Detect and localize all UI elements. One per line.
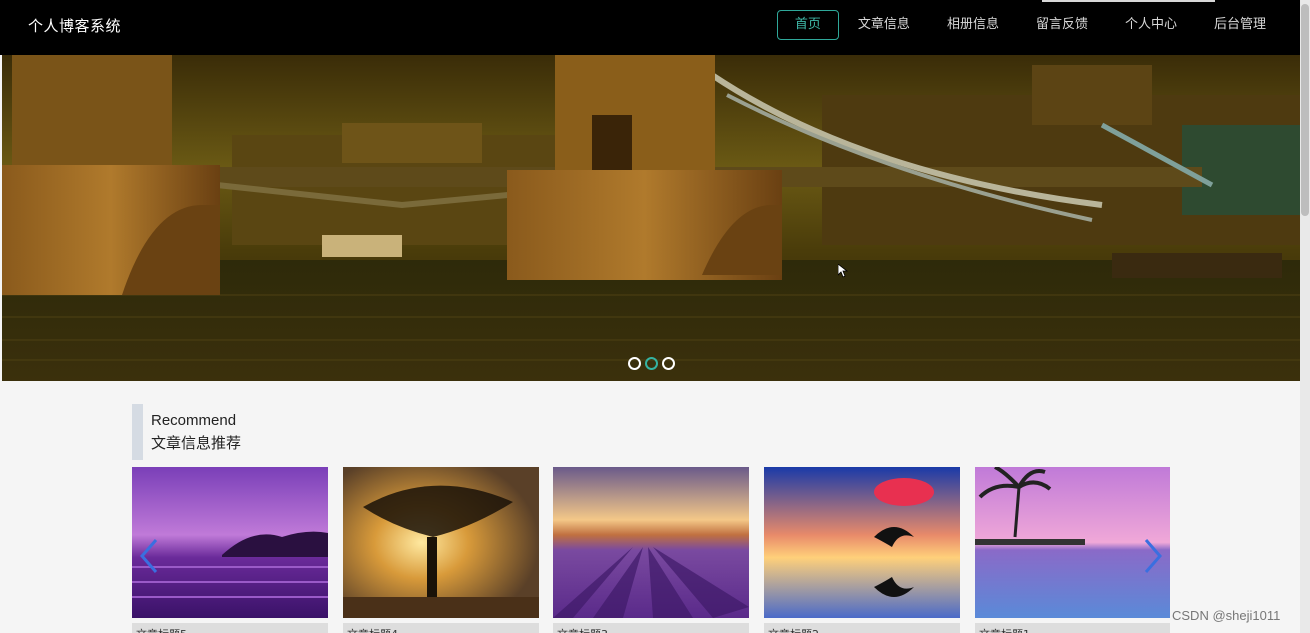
carousel-indicators — [628, 357, 675, 370]
article-title: 文章标题2 — [764, 623, 960, 633]
site-title[interactable]: 个人博客系统 — [28, 15, 121, 36]
article-card-1[interactable]: 文章标题5 — [132, 467, 328, 633]
article-thumbnail — [132, 467, 328, 618]
article-title: 文章标题3 — [553, 623, 749, 633]
nav-profile[interactable]: 个人中心 — [1107, 10, 1195, 40]
nav-feedback[interactable]: 留言反馈 — [1018, 10, 1106, 40]
article-thumbnail — [343, 467, 539, 618]
carousel-dot-2[interactable] — [645, 357, 658, 370]
article-title: 文章标题5 — [132, 623, 328, 633]
article-thumbnail — [975, 467, 1170, 618]
recommend-title-cn: 文章信息推荐 — [151, 434, 242, 452]
article-card-2[interactable]: 文章标题4 — [343, 467, 539, 633]
nav-highlight-bar — [1042, 0, 1215, 2]
scrollbar-thumb[interactable] — [1301, 4, 1309, 216]
article-title: 文章标题1 — [975, 623, 1170, 633]
nav-articles[interactable]: 文章信息 — [840, 10, 928, 40]
article-card-5[interactable]: 文章标题1 — [975, 467, 1170, 633]
article-thumbnail — [764, 467, 960, 618]
watermark: CSDN @sheji1011 — [1172, 608, 1281, 623]
recommend-heading: Recommend 文章信息推荐 — [132, 404, 241, 460]
article-thumbnail — [553, 467, 749, 618]
article-card-3[interactable]: 文章标题3 — [553, 467, 749, 633]
carousel-dot-1[interactable] — [628, 357, 641, 370]
recommend-title-en: Recommend — [151, 412, 237, 429]
main-nav: 首页 文章信息 相册信息 留言反馈 个人中心 后台管理 — [776, 10, 1284, 40]
nav-home[interactable]: 首页 — [776, 10, 839, 40]
carousel-next-arrow-icon[interactable] — [1142, 538, 1164, 574]
hero-bridge-image — [2, 55, 1300, 381]
carousel-dot-3[interactable] — [662, 357, 675, 370]
top-navbar: 个人博客系统 首页 文章信息 相册信息 留言反馈 个人中心 后台管理 — [0, 0, 1300, 55]
page-scrollbar[interactable] — [1300, 0, 1310, 633]
article-card-4[interactable]: 文章标题2 — [764, 467, 960, 633]
recommend-carousel: 文章标题5 文章标题4 文章标题3 文章标题2 — [132, 467, 1170, 633]
hero-carousel[interactable] — [2, 55, 1300, 381]
carousel-prev-arrow-icon[interactable] — [138, 538, 160, 574]
nav-admin[interactable]: 后台管理 — [1196, 10, 1284, 40]
mouse-cursor-icon — [838, 264, 848, 278]
nav-albums[interactable]: 相册信息 — [929, 10, 1017, 40]
article-title: 文章标题4 — [343, 623, 539, 633]
